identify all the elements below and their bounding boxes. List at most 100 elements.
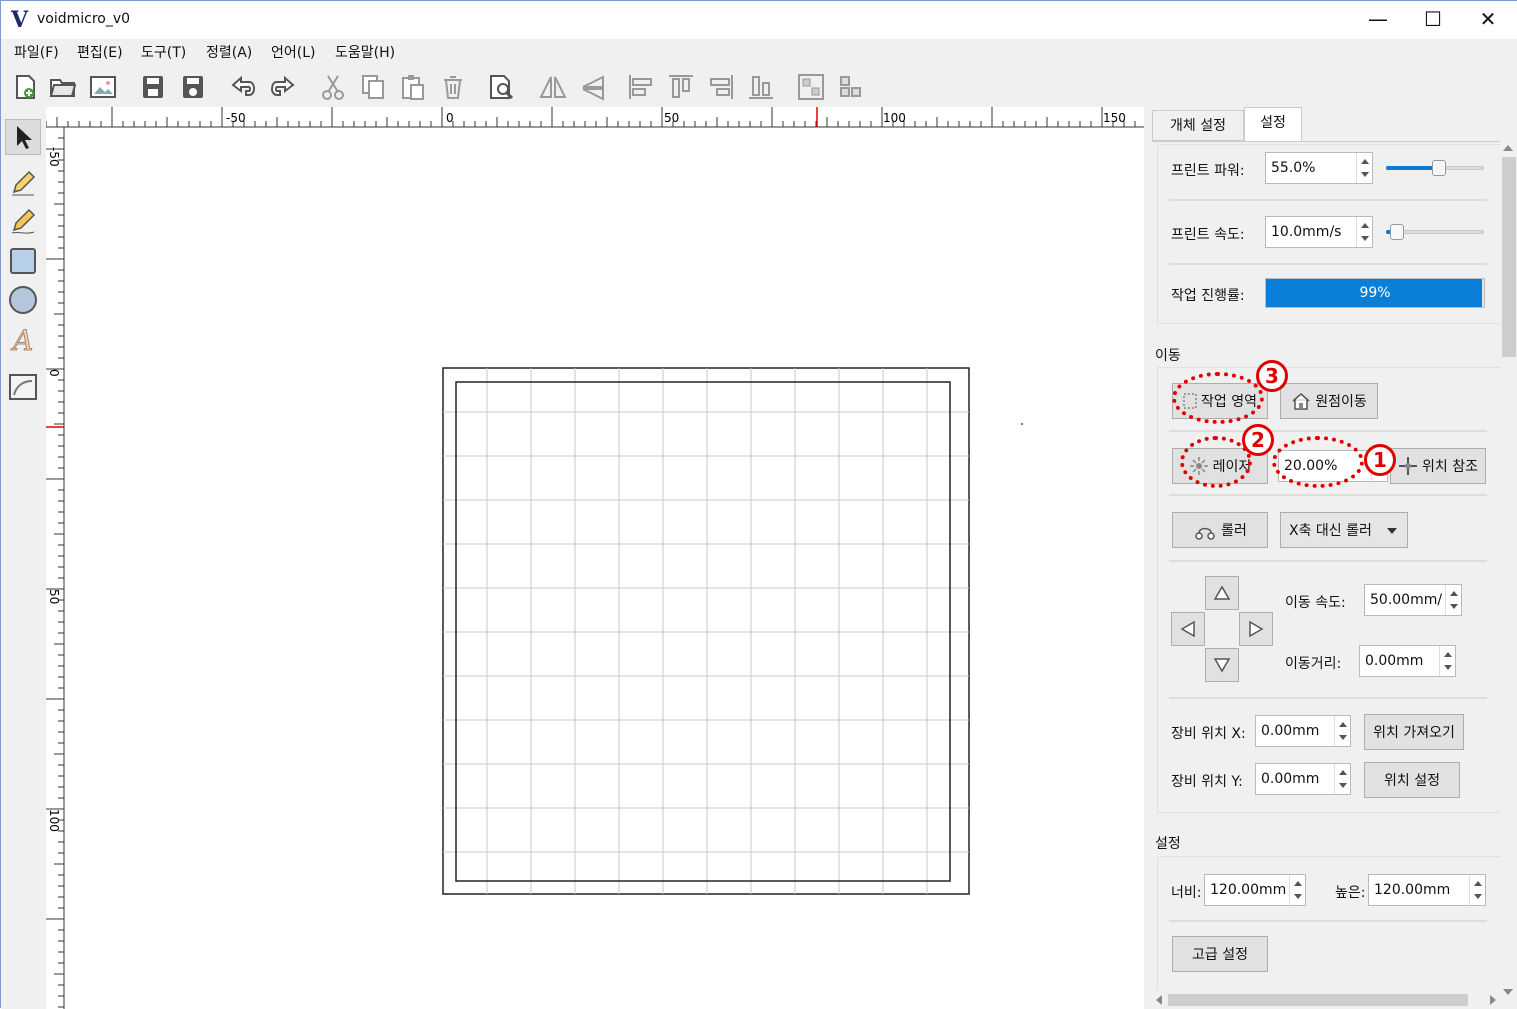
home-icon (1292, 393, 1310, 410)
text-icon[interactable]: A (5, 321, 41, 357)
move-speed-input[interactable]: 50.00mm/ (1364, 584, 1462, 616)
minimize-button[interactable]: — (1353, 5, 1403, 33)
progress-bar: 99% (1265, 278, 1485, 308)
cut-icon[interactable] (317, 71, 349, 103)
menu-tools[interactable]: 도구(T) (141, 42, 186, 62)
set-position-button[interactable]: 위치 설정 (1364, 762, 1460, 798)
advanced-settings-button[interactable]: 고급 설정 (1172, 936, 1268, 972)
crosshair-icon (1399, 457, 1417, 475)
width-input[interactable]: 120.00mm (1204, 874, 1306, 906)
device-x-input[interactable]: 0.00mm (1255, 715, 1351, 747)
move-left-button[interactable] (1171, 612, 1205, 646)
device-y-label: 장비 위치 Y: (1171, 774, 1243, 790)
app-window: V voidmicro_v0 — ☐ ✕ 파일(F) 편집(E) 도구(T) 정… (0, 0, 1517, 1009)
window-title: voidmicro_v0 (37, 11, 131, 27)
ruler-v-label: 0 (47, 369, 61, 377)
print-power-label: 프린트 파워: (1171, 163, 1245, 179)
tab-settings[interactable]: 설정 (1244, 107, 1302, 142)
move-speed-label: 이동 속도: (1285, 595, 1346, 611)
new-file-icon[interactable] (9, 71, 41, 103)
ruler-h-label: 50 (664, 111, 679, 125)
move-down-button[interactable] (1205, 648, 1239, 682)
align-top-icon[interactable] (665, 71, 697, 103)
progress-label: 작업 진행률: (1171, 288, 1245, 304)
horizontal-scrollbar[interactable] (1152, 991, 1500, 1009)
vertical-scrollbar[interactable] (1500, 141, 1517, 999)
pencil-icon[interactable] (5, 165, 41, 201)
print-power-slider[interactable] (1386, 160, 1484, 176)
menu-edit[interactable]: 편집(E) (77, 42, 123, 62)
circle-icon[interactable] (5, 282, 41, 318)
chevron-down-icon (1387, 528, 1397, 534)
select-arrow-icon[interactable] (5, 119, 41, 155)
move-distance-label: 이동거리: (1285, 656, 1342, 672)
align-right-icon[interactable] (705, 71, 737, 103)
move-right-button[interactable] (1239, 612, 1273, 646)
tool-palette: A (1, 107, 46, 1009)
preview-icon[interactable] (485, 71, 517, 103)
device-x-label: 장비 위치 X: (1171, 726, 1246, 742)
annotation-badge-3: 3 (1256, 360, 1288, 392)
align-bottom-icon[interactable] (745, 71, 777, 103)
print-speed-slider[interactable] (1386, 224, 1484, 240)
save-as-icon[interactable] (177, 71, 209, 103)
rectangle-icon[interactable] (5, 243, 41, 279)
roller-icon (1195, 527, 1215, 540)
annotation-circle-2 (1180, 436, 1252, 488)
ungroup-icon[interactable] (835, 71, 867, 103)
paste-icon[interactable] (397, 71, 429, 103)
move-section-title: 이동 (1155, 348, 1181, 364)
redo-icon[interactable] (267, 71, 299, 103)
svg-text:A: A (10, 324, 33, 354)
align-left-icon[interactable] (625, 71, 657, 103)
menu-bar: 파일(F) 편집(E) 도구(T) 정렬(A) 언어(L) 도움말(H) (1, 39, 1517, 65)
import-image-icon[interactable] (87, 71, 119, 103)
flip-horizontal-icon[interactable] (537, 71, 569, 103)
position-reference-button[interactable]: 위치 참조 (1390, 448, 1486, 484)
print-speed-label: 프린트 속도: (1171, 227, 1245, 243)
triangle-down-icon (1213, 658, 1231, 673)
home-button[interactable]: 원점이동 (1280, 383, 1378, 419)
toolbar (1, 65, 1517, 107)
height-input[interactable]: 120.00mm (1368, 874, 1486, 906)
maximize-button[interactable]: ☐ (1408, 5, 1458, 33)
annotation-circle-1 (1272, 436, 1364, 488)
settings-section-title: 설정 (1155, 836, 1181, 852)
menu-align[interactable]: 정렬(A) (206, 42, 252, 62)
annotation-circle-3 (1172, 372, 1264, 424)
menu-help[interactable]: 도움말(H) (335, 42, 395, 62)
height-label: 높은: (1335, 885, 1366, 901)
image-icon[interactable] (5, 369, 41, 405)
tab-object-settings[interactable]: 개체 설정 (1152, 110, 1244, 141)
settings-panel: 개체 설정 설정 프린트 파워: 55.0% 프린트 속도: 10.0mm/s … (1144, 107, 1517, 1009)
delete-icon[interactable] (437, 71, 469, 103)
flip-vertical-icon[interactable] (577, 71, 609, 103)
close-button[interactable]: ✕ (1463, 5, 1513, 33)
move-distance-input[interactable]: 0.00mm (1359, 645, 1456, 677)
move-up-button[interactable] (1205, 576, 1239, 610)
group-icon[interactable] (795, 71, 827, 103)
ruler-h-label: 100 (883, 111, 906, 125)
open-folder-icon[interactable] (47, 71, 79, 103)
ruler-v-label: 100 (47, 809, 61, 832)
app-logo: V (11, 7, 29, 33)
undo-icon[interactable] (227, 71, 259, 103)
pen-icon[interactable] (5, 203, 41, 239)
canvas-svg: -50 0 50 100 150 -50 0 50 100 (46, 107, 1144, 1009)
copy-icon[interactable] (357, 71, 389, 103)
settings-content: 프린트 파워: 55.0% 프린트 속도: 10.0mm/s 작업 진행률: 9… (1152, 141, 1501, 998)
print-power-input[interactable]: 55.0% (1265, 152, 1373, 184)
canvas-area[interactable]: -50 0 50 100 150 -50 0 50 100 (46, 107, 1144, 1009)
save-icon[interactable] (137, 71, 169, 103)
triangle-right-icon (1249, 620, 1264, 638)
roller-select[interactable]: X축 대신 롤러 (1280, 512, 1408, 548)
roller-button[interactable]: 롤러 (1172, 512, 1268, 548)
triangle-left-icon (1180, 620, 1195, 638)
get-position-button[interactable]: 위치 가져오기 (1364, 714, 1464, 750)
print-speed-input[interactable]: 10.0mm/s (1265, 216, 1373, 248)
menu-language[interactable]: 언어(L) (271, 42, 315, 62)
menu-file[interactable]: 파일(F) (14, 42, 59, 62)
ruler-h-label: -50 (226, 111, 246, 125)
device-y-input[interactable]: 0.00mm (1255, 763, 1351, 795)
ruler-h-label: 150 (1103, 111, 1126, 125)
